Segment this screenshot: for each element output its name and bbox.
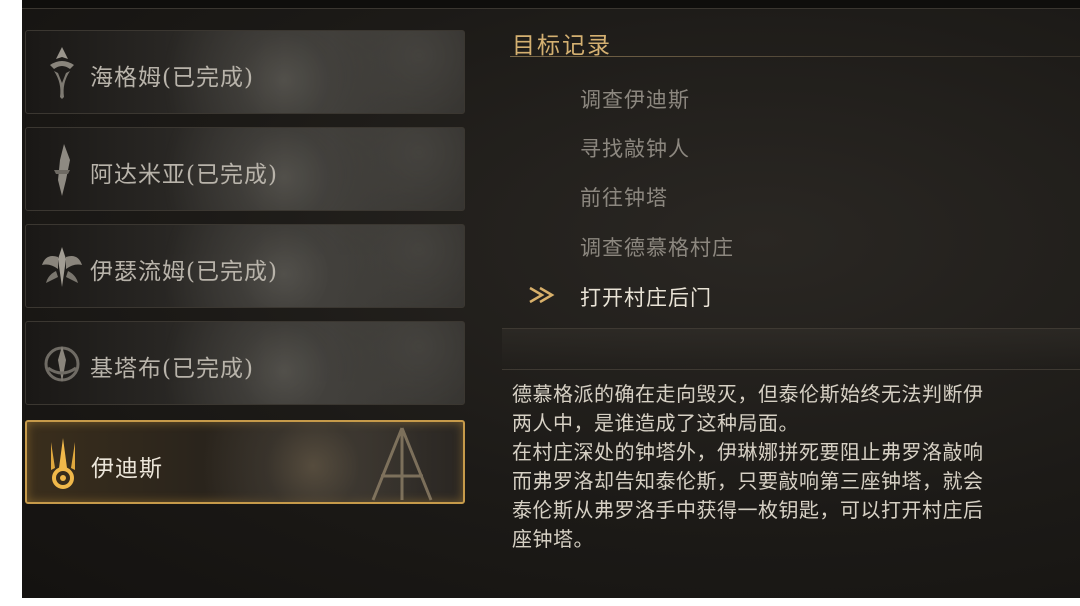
section-divider [502, 328, 1080, 370]
chapter-label: 海格姆(已完成) [90, 65, 254, 91]
game-screen: 海格姆(已完成) 阿达米亚(已完成) 伊瑟流姆(已完成) 基塔布(已完成) 伊迪… [22, 0, 1080, 598]
objective-item[interactable]: 寻找敲钟人 [580, 133, 690, 163]
chapter-label: 阿达米亚(已完成) [90, 162, 278, 188]
chapter-card-iserium[interactable]: 伊瑟流姆(已完成) [25, 224, 465, 308]
chapter-card-haigm[interactable]: 海格姆(已完成) [25, 30, 465, 114]
objective-item-current[interactable]: 打开村庄后门 [580, 282, 712, 312]
dagger-emblem-icon [54, 144, 70, 196]
title-divider [510, 56, 1080, 57]
story-line: 座钟塔。 [512, 527, 594, 551]
objectives-title: 目标记录 [512, 33, 612, 59]
story-text: 德慕格派的确在走向毁灭，但泰伦斯始终无法判断伊 两人中，是谁造成了这种局面。 在… [512, 380, 1080, 554]
chapter-label: 基塔布(已完成) [90, 356, 254, 382]
story-line: 德慕格派的确在走向毁灭，但泰伦斯始终无法判断伊 [512, 382, 984, 406]
objective-item[interactable]: 前往钟塔 [580, 182, 668, 212]
chapter-label: 伊瑟流姆(已完成) [90, 259, 278, 285]
flame-emblem-icon [51, 438, 75, 489]
top-edge [22, 0, 1080, 9]
objective-item[interactable]: 调查德慕格村庄 [580, 232, 734, 262]
chapter-card-kitab[interactable]: 基塔布(已完成) [25, 321, 465, 405]
double-chevron-icon [529, 286, 555, 304]
chapter-label: 伊迪斯 [91, 456, 163, 482]
story-line: 而弗罗洛却告知泰伦斯，只要敲响第三座钟塔，就会 [512, 469, 984, 493]
haigm-emblem-icon [50, 47, 74, 99]
story-line: 两人中，是谁造成了这种局面。 [512, 411, 799, 435]
objective-item[interactable]: 调查伊迪斯 [580, 84, 690, 114]
tower-silhouette-icon [371, 427, 433, 501]
story-line: 在村庄深处的钟塔外，伊琳娜拼死要阻止弗罗洛敲响 [512, 440, 984, 464]
crest-emblem-icon [44, 346, 80, 382]
chapter-card-adamia[interactable]: 阿达米亚(已完成) [25, 127, 465, 211]
story-line: 泰伦斯从弗罗洛手中获得一枚钥匙，可以打开村庄后 [512, 498, 984, 522]
winged-emblem-icon [42, 247, 82, 287]
chapter-card-idis[interactable]: 伊迪斯 [25, 420, 465, 504]
